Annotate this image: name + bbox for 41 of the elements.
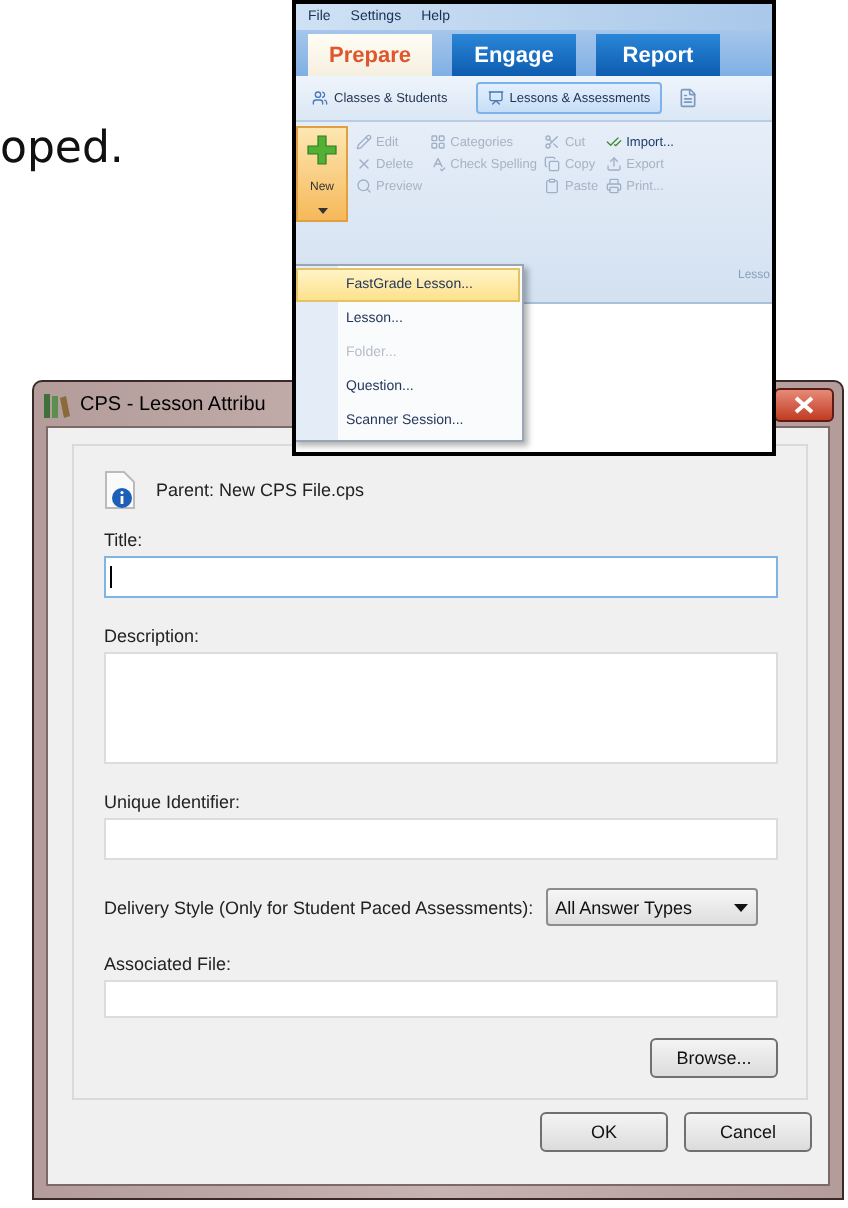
- scissors-icon: [544, 134, 561, 150]
- grid-icon: [430, 134, 447, 150]
- dialog-button[interactable]: OK: [540, 1112, 668, 1152]
- field-label: Associated File:: [104, 954, 234, 974]
- people-icon: [312, 90, 328, 106]
- caret-icon: [733, 903, 748, 911]
- dialog-button[interactable]: Cancel: [684, 1112, 812, 1152]
- text-cursor: [110, 566, 112, 588]
- field-label: Unique Identifier:: [104, 792, 243, 812]
- info-file-icon: [104, 470, 136, 510]
- parent-label: Parent: New CPS File.cps: [156, 480, 365, 500]
- browse-button[interactable]: Browse...: [650, 1038, 778, 1078]
- clipboard-icon: [544, 178, 561, 194]
- printer-icon: [606, 178, 623, 194]
- tab[interactable]: Report: [596, 34, 720, 76]
- window-title: CPS - Lesson Attribu: [80, 393, 266, 415]
- checkmark-icon: [606, 134, 623, 150]
- tab[interactable]: Prepare: [308, 34, 432, 76]
- document-icon[interactable]: [678, 88, 699, 108]
- close-button[interactable]: [774, 387, 834, 421]
- spell-check-icon: [430, 156, 447, 172]
- input-field[interactable]: [104, 818, 778, 860]
- books-icon: [42, 391, 70, 417]
- input-field[interactable]: [104, 556, 778, 598]
- plus-icon: [306, 134, 338, 166]
- field-label: Delivery Style (Only for Student Paced Assessments):: [104, 897, 534, 917]
- copy-icon: [544, 156, 561, 172]
- text-area[interactable]: [104, 652, 778, 764]
- field-label: Title:: [104, 530, 145, 550]
- search-icon: [356, 178, 372, 194]
- document-text: oped.: [0, 124, 124, 174]
- field-label: Description:: [104, 626, 202, 646]
- upload-icon: [606, 156, 623, 172]
- delivery-style-dropdown[interactable]: All Answer Types: [545, 888, 758, 926]
- close-icon: [794, 395, 814, 413]
- caret-icon: [317, 208, 327, 214]
- presentation-icon: [487, 90, 504, 106]
- tab[interactable]: Engage: [452, 34, 576, 76]
- x-icon: [356, 156, 372, 172]
- input-field[interactable]: [104, 980, 778, 1018]
- pencil-icon: [356, 134, 372, 150]
